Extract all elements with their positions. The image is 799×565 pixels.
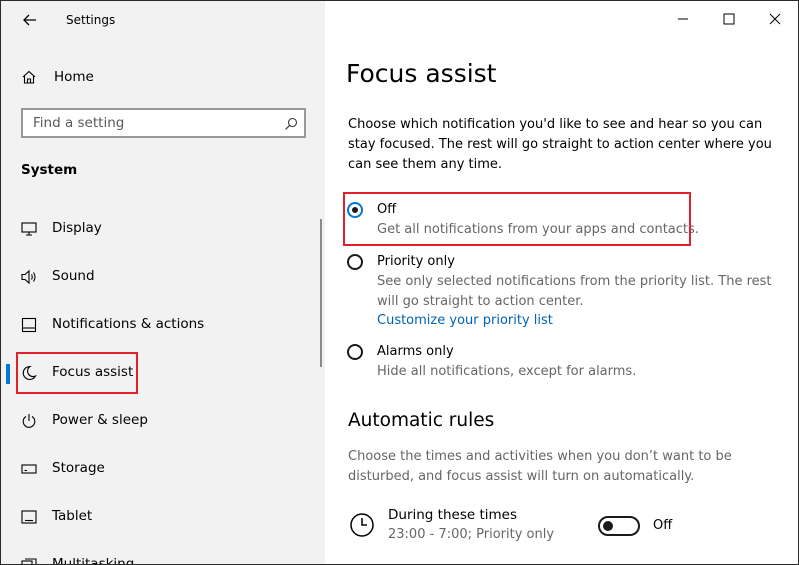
sidebar-item-tablet[interactable]: Tablet xyxy=(1,496,321,538)
radio-dot xyxy=(352,207,358,213)
sidebar-item-label: Tablet xyxy=(52,508,93,524)
section-label-system: System xyxy=(21,162,78,178)
search-icon[interactable] xyxy=(284,116,298,135)
monitor-icon xyxy=(20,220,38,238)
power-icon xyxy=(20,412,38,430)
tablet-icon xyxy=(20,508,38,526)
speaker-icon xyxy=(20,268,38,286)
sidebar-item-storage[interactable]: Storage xyxy=(1,448,321,490)
search-box[interactable] xyxy=(21,108,306,138)
sidebar-item-label: Sound xyxy=(52,268,95,284)
rule-toggle-switch[interactable] xyxy=(598,516,640,536)
radio-option-priority-only[interactable]: Priority only See only selected notifica… xyxy=(347,254,772,328)
radio-button-priority-only[interactable] xyxy=(347,254,363,270)
storage-icon xyxy=(20,460,38,478)
search-input[interactable] xyxy=(23,114,275,132)
app-title: Settings xyxy=(66,13,116,27)
sidebar-item-label: Display xyxy=(52,220,102,236)
home-icon xyxy=(22,70,36,84)
radio-option-text: Alarms only Hide all notifications, exce… xyxy=(377,342,777,382)
minimize-button[interactable] xyxy=(660,1,706,37)
radio-option-off[interactable]: Off Get all notifications from your apps… xyxy=(347,202,699,237)
maximize-icon xyxy=(723,13,735,25)
back-button[interactable] xyxy=(15,7,45,33)
radio-option-text: Priority only See only selected notifica… xyxy=(377,252,777,330)
back-arrow-icon xyxy=(23,14,36,26)
minimize-icon xyxy=(678,18,688,20)
sidebar-item-power-sleep[interactable]: Power & sleep xyxy=(1,400,321,442)
home-label: Home xyxy=(54,69,94,85)
option-subtitle: Get all notifications from your apps and… xyxy=(377,222,699,237)
rule-during-these-times[interactable]: During these times 23:00 - 7:00; Priorit… xyxy=(347,506,787,548)
radio-button-off[interactable] xyxy=(347,202,363,218)
notification-icon xyxy=(20,316,38,334)
customize-priority-list-link[interactable]: Customize your priority list xyxy=(377,311,777,330)
rule-title: During these times xyxy=(388,507,517,523)
sidebar-item-label: Storage xyxy=(52,460,105,476)
close-button[interactable] xyxy=(752,1,798,37)
sidebar-item-display[interactable]: Display xyxy=(1,208,321,250)
sidebar-item-sound[interactable]: Sound xyxy=(1,256,321,298)
settings-window: Settings Home System Display xyxy=(0,0,799,565)
page-title: Focus assist xyxy=(346,59,497,88)
home-nav-item[interactable]: Home xyxy=(21,67,94,87)
sidebar-item-label: Multitasking xyxy=(52,556,135,565)
sidebar-item-label: Notifications & actions xyxy=(52,316,205,332)
moon-icon xyxy=(20,364,38,382)
sidebar-item-notifications[interactable]: Notifications & actions xyxy=(1,304,321,346)
radio-option-text: Off Get all notifications from your apps… xyxy=(377,200,777,240)
close-icon xyxy=(769,13,781,25)
sidebar-item-multitasking[interactable]: Multitasking xyxy=(1,544,321,565)
main-content: Focus assist Choose which notification y… xyxy=(325,1,798,564)
sidebar-item-focus-assist[interactable]: Focus assist xyxy=(1,352,321,394)
multitasking-icon xyxy=(20,556,38,564)
toggle-knob xyxy=(603,521,613,531)
radio-button-alarms-only[interactable] xyxy=(347,344,363,360)
page-description: Choose which notification you'd like to … xyxy=(348,117,772,172)
toggle-state-label: Off xyxy=(653,518,673,533)
window-controls xyxy=(660,1,798,37)
option-title: Off xyxy=(377,202,397,217)
automatic-rules-description: Choose the times and activities when you… xyxy=(348,449,732,484)
automatic-rules-heading: Automatic rules xyxy=(348,410,495,431)
clock-icon xyxy=(350,513,374,537)
option-title: Priority only xyxy=(377,254,455,269)
option-subtitle: Hide all notifications, except for alarm… xyxy=(377,364,637,379)
option-title: Alarms only xyxy=(377,344,454,359)
selected-indicator xyxy=(6,364,10,384)
option-subtitle: See only selected notifications from the… xyxy=(377,274,772,309)
radio-option-alarms-only[interactable]: Alarms only Hide all notifications, exce… xyxy=(347,344,636,379)
rule-subtitle: 23:00 - 7:00; Priority only xyxy=(388,527,555,542)
sidebar: Settings Home System Display xyxy=(1,1,325,564)
maximize-button[interactable] xyxy=(706,1,752,37)
sidebar-item-label: Power & sleep xyxy=(52,412,148,428)
sidebar-item-label: Focus assist xyxy=(52,364,134,380)
sidebar-scrollbar[interactable] xyxy=(320,219,322,367)
